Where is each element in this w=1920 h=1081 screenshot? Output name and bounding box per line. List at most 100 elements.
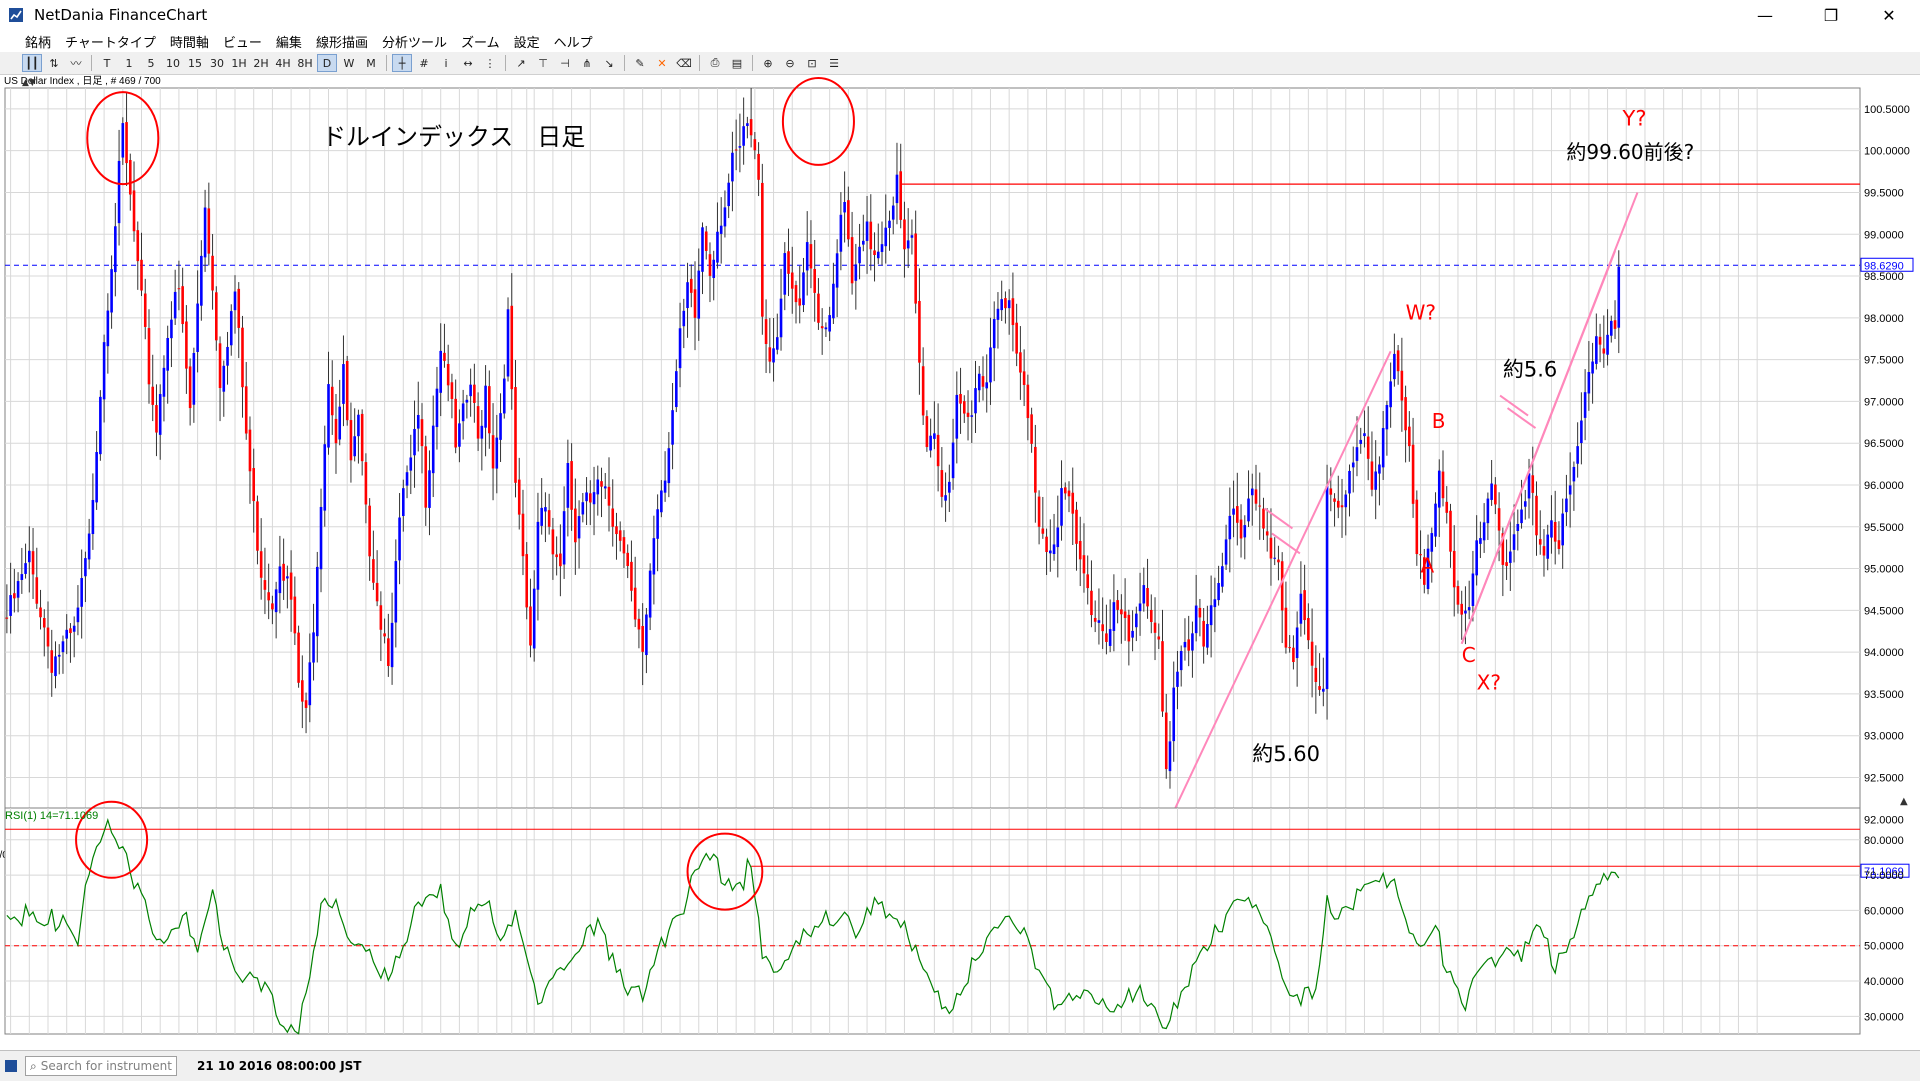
candle-body	[1333, 498, 1336, 502]
search-input[interactable]: ⌕ Search for instrument	[25, 1056, 177, 1076]
zoom-fit-icon[interactable]: ⊡	[802, 54, 822, 72]
candle-body	[1374, 471, 1377, 490]
menu-drawing[interactable]: 線形描画	[309, 32, 375, 51]
menu-timeframe[interactable]: 時間軸	[163, 32, 216, 51]
timeframe-30-button[interactable]: 30	[207, 54, 227, 72]
crosshair-icon[interactable]: ┼	[392, 54, 412, 72]
menu-view[interactable]: ビュー	[216, 32, 269, 51]
candle-body	[895, 174, 899, 204]
candle-body	[1516, 523, 1520, 532]
candle-body	[981, 376, 985, 387]
candle-body	[1236, 506, 1239, 523]
price-tick-label: 97.5000	[1864, 355, 1904, 367]
separator-icon[interactable]: ⋮	[480, 54, 500, 72]
candle-body	[506, 309, 510, 377]
candle-body	[768, 347, 772, 362]
candle-body	[1344, 494, 1348, 508]
hline-icon[interactable]: ⊤	[533, 54, 553, 72]
timeframe-2h-button[interactable]: 2H	[251, 54, 271, 72]
timeframe-monthly-button[interactable]: M	[361, 54, 381, 72]
timeframe-10-button[interactable]: 10	[163, 54, 183, 72]
candle-body	[1490, 483, 1493, 500]
timeframe-5-button[interactable]: 5	[141, 54, 161, 72]
trendline-icon[interactable]: ↗	[511, 54, 531, 72]
panel-close-icon[interactable]: ▲	[1900, 796, 1908, 807]
candle-body	[1280, 561, 1284, 611]
scroll-icon[interactable]: ↔	[458, 54, 478, 72]
bar-chart-icon[interactable]: ⇅	[44, 54, 64, 72]
candle-body	[158, 394, 162, 435]
candle-chart-icon[interactable]: ┃┃	[22, 54, 42, 72]
candle-body	[835, 253, 839, 288]
candle-body	[1078, 540, 1082, 560]
timeframe-tick-button[interactable]: T	[97, 54, 117, 72]
menu-analysis[interactable]: 分析ツール	[375, 32, 454, 51]
grid-icon[interactable]: #	[414, 54, 434, 72]
menu-zoom[interactable]: ズーム	[454, 32, 507, 51]
menu-symbol[interactable]: 銘柄	[18, 32, 58, 51]
clear-icon[interactable]: ⌫	[674, 54, 694, 72]
timeframe-8h-button[interactable]: 8H	[295, 54, 315, 72]
candle-body	[446, 363, 450, 386]
candle-body	[312, 632, 315, 663]
candle-body	[742, 126, 745, 146]
annotation-label: 約99.60前後?	[1566, 140, 1694, 164]
info-icon[interactable]: i	[436, 54, 456, 72]
candle-body	[603, 486, 607, 489]
panel-collapse-icon[interactable]: ▲▼	[22, 78, 36, 88]
candle-body	[1512, 534, 1516, 550]
menu-chart-type[interactable]: チャートタイプ	[58, 32, 163, 51]
menu-settings[interactable]: 設定	[507, 32, 547, 51]
candle-body	[443, 352, 446, 361]
candle-body	[783, 253, 787, 295]
minimize-button[interactable]: —	[1742, 0, 1788, 30]
candle-body	[813, 268, 816, 293]
candle-body	[338, 406, 342, 440]
candle-body	[286, 576, 289, 579]
candle-body	[1052, 544, 1056, 555]
candle-body	[585, 492, 588, 502]
candle-body	[607, 486, 611, 506]
candle-body	[1007, 300, 1011, 309]
arrow-icon[interactable]: ↘	[599, 54, 619, 72]
candle-body	[521, 513, 525, 557]
fibonacci-icon[interactable]: ⊣	[555, 54, 575, 72]
candle-body	[712, 259, 716, 279]
candle-body	[1000, 299, 1003, 311]
zoom-in-icon[interactable]: ⊕	[758, 54, 778, 72]
print-icon[interactable]: ⎙	[705, 54, 725, 72]
candle-body	[495, 437, 499, 469]
close-button[interactable]: ✕	[1866, 0, 1912, 30]
toolbar-separator	[91, 55, 92, 71]
candle-body	[405, 472, 409, 486]
menu-help[interactable]: ヘルプ	[547, 32, 600, 51]
timeframe-1h-button[interactable]: 1H	[229, 54, 249, 72]
delete-icon[interactable]: ✕	[652, 54, 672, 72]
price-tick-label: 98.0000	[1864, 313, 1904, 325]
channel-icon[interactable]: ⋔	[577, 54, 597, 72]
annotation-label: 約5.6	[1503, 357, 1557, 381]
timeframe-1-button[interactable]: 1	[119, 54, 139, 72]
timeframe-daily-button[interactable]: D	[317, 54, 337, 72]
menu-edit[interactable]: 編集	[269, 32, 309, 51]
candle-body	[1086, 574, 1090, 589]
zoom-out-icon[interactable]: ⊖	[780, 54, 800, 72]
pencil-icon[interactable]: ✎	[630, 54, 650, 72]
properties-icon[interactable]: ☰	[824, 54, 844, 72]
timeframe-weekly-button[interactable]: W	[339, 54, 359, 72]
candle-body	[663, 480, 667, 493]
candle-body	[1075, 509, 1078, 544]
line-chart-icon[interactable]: 〰	[66, 54, 86, 72]
candle-body	[1348, 470, 1351, 494]
timeframe-4h-button[interactable]: 4H	[273, 54, 293, 72]
chart-area[interactable]: 98.6290 約99.60前後?Y?W?BACX?約5.6約5.60 ドルイン…	[0, 74, 1920, 1048]
candle-body	[357, 414, 360, 437]
candle-body	[637, 618, 641, 630]
maximize-button[interactable]: ❐	[1808, 0, 1854, 30]
candle-body	[16, 581, 20, 598]
candle-body	[1206, 624, 1209, 648]
candle-body	[1482, 522, 1486, 541]
print-preview-icon[interactable]: ▤	[727, 54, 747, 72]
candle-body	[1168, 741, 1172, 772]
timeframe-15-button[interactable]: 15	[185, 54, 205, 72]
